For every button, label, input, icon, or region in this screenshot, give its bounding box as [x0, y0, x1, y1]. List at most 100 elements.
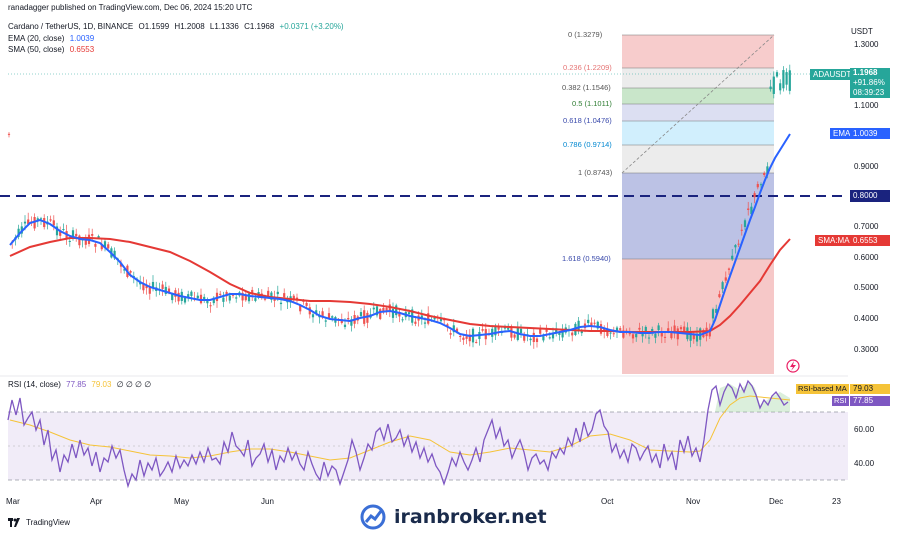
candle-body [772, 76, 775, 94]
candle-body [507, 327, 510, 330]
tradingview-brand[interactable]: TradingView [8, 518, 70, 527]
sma-price-tag: 0.6553 [850, 235, 890, 246]
rsi-legend[interactable]: RSI (14, close) 77.85 79.03 ∅ ∅ ∅ ∅ [8, 380, 151, 389]
candle-body [324, 320, 327, 322]
candle-body [571, 332, 574, 336]
time-tick: Mar [6, 497, 20, 506]
candle-body [391, 308, 395, 318]
candle-body [196, 295, 199, 299]
symbol-tag: ADAUSDT [810, 69, 855, 80]
candle-body [782, 70, 785, 89]
candle-body [395, 305, 398, 316]
candle-body [23, 221, 27, 224]
candle-body [548, 337, 551, 339]
candle-body [619, 328, 622, 330]
rsi-value-tag: 77.85 [850, 396, 890, 406]
candle-body [209, 305, 212, 307]
candle-body [654, 333, 657, 338]
time-tick: Oct [601, 497, 614, 506]
time-tick: Jun [261, 497, 274, 506]
ema-price-tag: 1.0039 [850, 128, 890, 139]
candle-body [107, 244, 110, 249]
time-tick: 23 [832, 497, 841, 506]
rsi-legend-label: RSI (14, close) [8, 380, 61, 389]
candle-body [475, 342, 478, 344]
price-tick: 0.7000 [854, 222, 879, 231]
candle-body [52, 220, 55, 226]
candle-body [532, 332, 535, 343]
rsi-ma-legend-value: 79.03 [91, 380, 112, 389]
candle-body [519, 328, 523, 334]
tradingview-brand-text: TradingView [26, 518, 71, 527]
price-chart[interactable]: USDT [0, 0, 900, 535]
current-price-tag: 1.1968 +91.86% 08:39:23 [850, 68, 890, 98]
candle-body [177, 292, 180, 302]
rsi-tick: 40.00 [854, 459, 875, 468]
candle-body [775, 72, 779, 77]
fib-label-1618: 1.618 (0.5940) [562, 254, 611, 263]
sma-tag: SMA:MA [815, 235, 853, 246]
candle-body [222, 297, 225, 302]
candle-body [785, 72, 788, 85]
fib-label-236: 0.236 (1.2209) [563, 63, 612, 72]
candle-body [94, 243, 97, 247]
candle-body [331, 316, 334, 318]
iranbroker-logo-icon [360, 504, 386, 530]
candle-body [747, 208, 750, 210]
candle-body [407, 312, 411, 315]
rsi-ma-value-tag: 79.03 [850, 384, 890, 394]
change-pct: +91.86% [853, 78, 885, 87]
candle-body [235, 297, 238, 299]
rsi-ma-tag: RSI-based MA [796, 384, 849, 394]
candle-body [622, 332, 625, 338]
alert-bolt-icon[interactable] [786, 359, 800, 373]
candle-body [731, 255, 734, 260]
candle-body [254, 298, 257, 301]
candle-body [635, 334, 638, 338]
candle-body [727, 268, 731, 270]
candle-body [631, 334, 635, 339]
price-tick: 0.5000 [854, 283, 879, 292]
candle-body [638, 327, 641, 330]
candle-body [663, 336, 667, 338]
support-price-tag: 0.8000 [850, 190, 890, 202]
candle-body [49, 219, 52, 221]
rsi-legend-value: 77.85 [66, 380, 87, 389]
candle-body [779, 83, 782, 91]
candle-body [724, 277, 727, 281]
price-tick: 1.1000 [854, 101, 879, 110]
candle-body [756, 184, 759, 188]
fib-label-786: 0.786 (0.9714) [563, 140, 612, 149]
candle-body [788, 70, 791, 91]
candle-body [414, 321, 417, 324]
candle-body [647, 337, 651, 339]
candle-body [359, 312, 363, 317]
candle-body [449, 333, 452, 335]
candle-body [62, 229, 65, 231]
candle-body [462, 337, 465, 340]
candle-body [542, 336, 545, 341]
candle-body [183, 297, 187, 303]
time-tick: Apr [90, 497, 103, 506]
fib-label-0: 0 (1.3279) [568, 30, 603, 39]
rsi-tag: RSI [832, 396, 849, 406]
candle-body [759, 184, 763, 186]
fib-label-500: 0.5 (1.1011) [572, 99, 612, 108]
price-tick: 1.3000 [854, 40, 879, 49]
candle-body [711, 309, 715, 319]
candle-body [465, 336, 468, 339]
candle-body [459, 335, 462, 337]
fib-label-1: 1 (0.8743) [578, 168, 613, 177]
candle-body [228, 295, 231, 301]
candle-body [366, 312, 369, 323]
candle-body [305, 302, 308, 306]
candle-body [327, 313, 331, 319]
candle-body [734, 245, 737, 248]
tradingview-logo-icon [8, 518, 20, 527]
rsi-pane[interactable] [0, 375, 848, 489]
candle-body [279, 302, 283, 305]
watermark-text: iranbroker.net [394, 506, 547, 528]
candle-body [529, 338, 532, 341]
price-tick: 0.9000 [854, 162, 879, 171]
candle-body [763, 173, 766, 176]
